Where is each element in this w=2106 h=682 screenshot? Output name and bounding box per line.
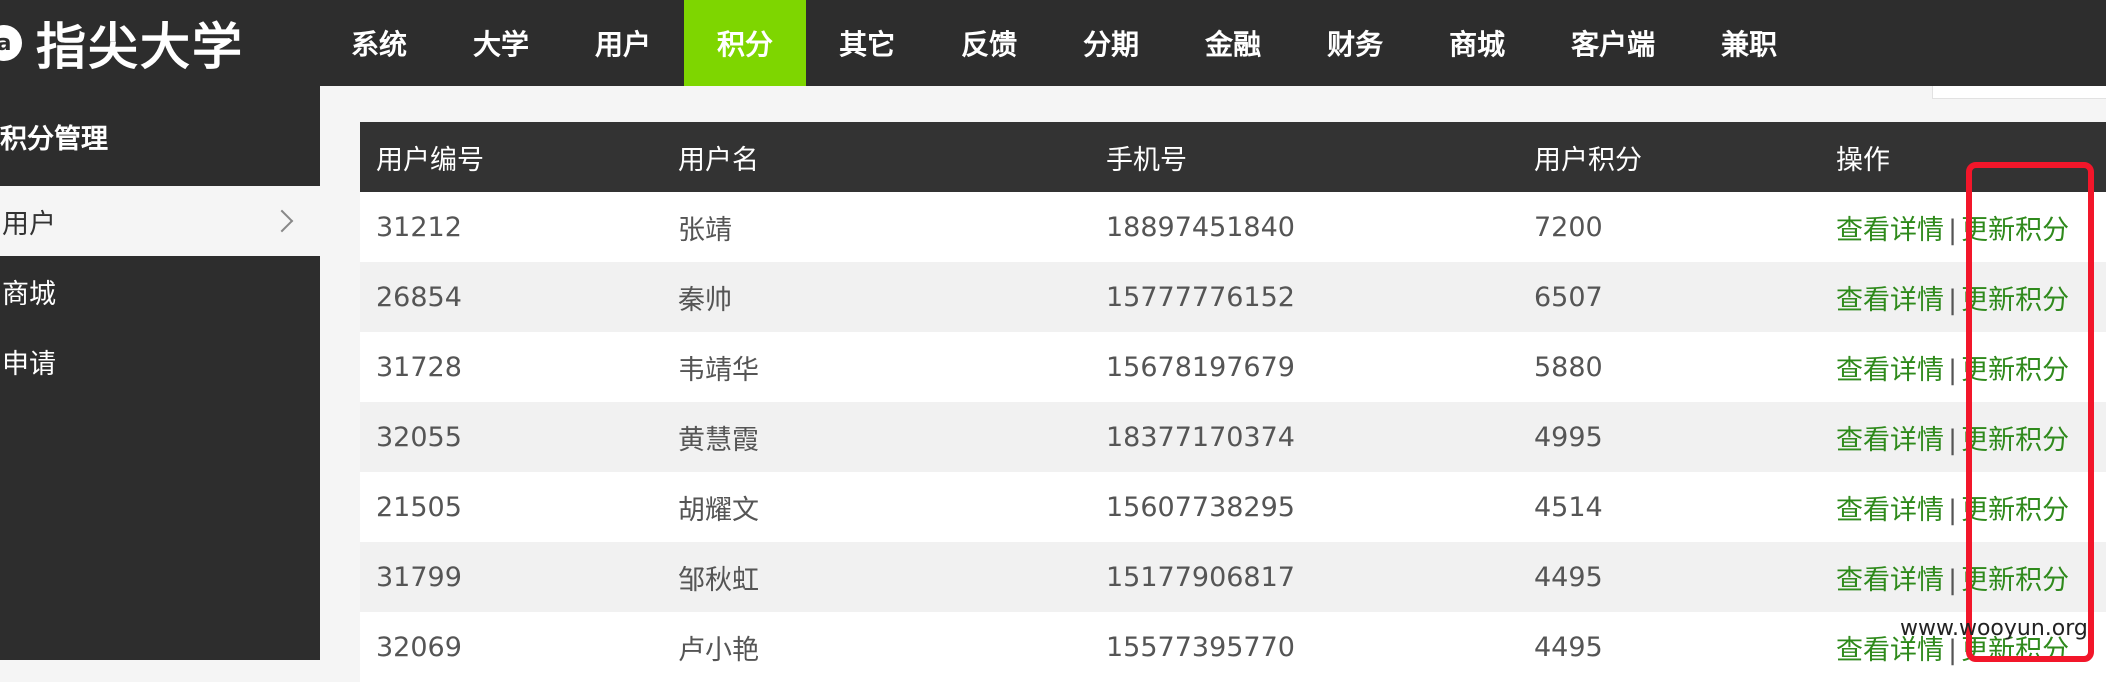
- view-details-link[interactable]: 查看详情: [1836, 215, 1944, 246]
- update-points-link[interactable]: 更新积分: [1961, 495, 2069, 526]
- header-points[interactable]: 用户积分: [1518, 138, 1820, 177]
- header-username[interactable]: 用户名: [662, 138, 1090, 177]
- cell-points: 4514: [1534, 491, 1603, 523]
- update-points-link[interactable]: 更新积分: [1961, 285, 2069, 316]
- nav-item-10[interactable]: 客户端: [1538, 0, 1688, 86]
- update-points-link[interactable]: 更新积分: [1961, 565, 2069, 596]
- cell-username: 秦帅: [678, 284, 732, 316]
- cell-actions: 查看详情 | 更新积分: [1820, 558, 2106, 597]
- cell-username: 韦靖华: [678, 354, 759, 386]
- cell-actions: 查看详情 | 更新积分: [1820, 348, 2106, 387]
- sidebar-item-label: 申请: [2, 348, 56, 380]
- table-row: 21505 胡耀文 15607738295 4514 查看详情 | 更新积分: [360, 472, 2106, 542]
- sidebar-item-1[interactable]: 商城: [0, 256, 320, 326]
- view-details-link[interactable]: 查看详情: [1836, 355, 1944, 386]
- sidebar-item-label: 商城: [2, 278, 56, 310]
- cell-phone: 15678197679: [1106, 351, 1295, 383]
- cell-phone: 15177906817: [1106, 561, 1295, 593]
- cell-user-id: 31728: [376, 351, 462, 383]
- cell-phone: 15577395770: [1106, 631, 1295, 663]
- header-actions: 操作: [1836, 144, 1890, 176]
- table-row: 31728 韦靖华 15678197679 5880 查看详情 | 更新积分: [360, 332, 2106, 402]
- brand-mark-icon: a: [0, 25, 22, 61]
- table-row: 32055 黄慧霞 18377170374 4995 查看详情 | 更新积分: [360, 402, 2106, 472]
- cell-actions: 查看详情 | 更新积分: [1820, 418, 2106, 457]
- cell-points: 5880: [1534, 351, 1603, 383]
- cell-points: 6507: [1534, 281, 1603, 313]
- sidebar-title: 积分管理: [0, 123, 108, 155]
- update-points-link[interactable]: 更新积分: [1961, 355, 2069, 386]
- header-user-id[interactable]: 用户编号: [360, 138, 662, 177]
- nav-item-1[interactable]: 大学: [440, 0, 562, 86]
- cell-actions: 查看详情 | 更新积分: [1820, 278, 2106, 317]
- nav-item-4[interactable]: 其它: [806, 0, 928, 86]
- table-row: 31799 邹秋虹 15177906817 4495 查看详情 | 更新积分: [360, 542, 2106, 612]
- cell-user-id: 32055: [376, 421, 462, 453]
- view-details-link[interactable]: 查看详情: [1836, 285, 1944, 316]
- table-row: 32069 卢小艳 15577395770 4495 查看详情 | 更新积分: [360, 612, 2106, 682]
- table-row: 31212 张靖 18897451840 7200 查看详情 | 更新积分: [360, 192, 2106, 262]
- sidebar-item-label: 用户: [2, 208, 56, 240]
- cell-user-id: 21505: [376, 491, 462, 523]
- nav-item-2[interactable]: 用户: [562, 0, 684, 86]
- action-separator: |: [1948, 494, 1958, 526]
- cell-username: 卢小艳: [678, 634, 759, 666]
- action-separator: |: [1948, 564, 1958, 596]
- cell-user-id: 32069: [376, 631, 462, 663]
- brand-title: 指尖大学: [36, 18, 244, 76]
- cell-points: 4495: [1534, 561, 1603, 593]
- cell-username: 黄慧霞: [678, 424, 759, 456]
- cell-username: 张靖: [678, 214, 732, 246]
- top-navigation-bar: a 指尖大学 系统 大学 用户 积分 其它 反馈 分期 金融 财务 商城 客户端 兼职: [0, 0, 2106, 86]
- watermark: www.wooyun.org: [1900, 616, 2088, 641]
- cell-username: 邹秋虹: [678, 564, 759, 596]
- nav-item-7[interactable]: 金融: [1172, 0, 1294, 86]
- header-phone[interactable]: 手机号: [1090, 138, 1518, 177]
- nav-item-11[interactable]: 兼职: [1688, 0, 1810, 86]
- table-header-row: 用户编号 用户名 手机号 用户积分 操作: [360, 122, 2106, 192]
- table-row: 26854 秦帅 15777776152 6507 查看详情 | 更新积分: [360, 262, 2106, 332]
- cell-phone: 15607738295: [1106, 491, 1295, 523]
- sidebar-item-0[interactable]: 用户: [0, 186, 320, 256]
- nav-item-6[interactable]: 分期: [1050, 0, 1172, 86]
- cell-phone: 15777776152: [1106, 281, 1295, 313]
- user-points-table: 用户编号 用户名 手机号 用户积分 操作 31212 张靖 18897451840 7…: [360, 122, 2106, 682]
- nav-item-8[interactable]: 财务: [1294, 0, 1416, 86]
- main-nav: 系统 大学 用户 积分 其它 反馈 分期 金融 财务 商城 客户端 兼职: [318, 0, 1810, 86]
- search-box-edge[interactable]: [1932, 86, 2106, 99]
- cell-user-id: 31799: [376, 561, 462, 593]
- cell-user-id: 26854: [376, 281, 462, 313]
- nav-item-3[interactable]: 积分: [684, 0, 807, 86]
- nav-item-0[interactable]: 系统: [318, 0, 440, 86]
- chevron-right-icon: [270, 209, 294, 233]
- action-separator: |: [1948, 354, 1958, 386]
- action-separator: |: [1948, 284, 1958, 316]
- view-details-link[interactable]: 查看详情: [1836, 425, 1944, 456]
- view-details-link[interactable]: 查看详情: [1836, 565, 1944, 596]
- cell-points: 7200: [1534, 211, 1603, 243]
- update-points-link[interactable]: 更新积分: [1961, 215, 2069, 246]
- nav-item-5[interactable]: 反馈: [928, 0, 1050, 86]
- cell-user-id: 31212: [376, 211, 462, 243]
- cell-username: 胡耀文: [678, 494, 759, 526]
- nav-item-9[interactable]: 商城: [1416, 0, 1538, 86]
- cell-actions: 查看详情 | 更新积分: [1820, 488, 2106, 527]
- cell-actions: 查看详情 | 更新积分: [1820, 208, 2106, 247]
- cell-phone: 18897451840: [1106, 211, 1295, 243]
- view-details-link[interactable]: 查看详情: [1836, 495, 1944, 526]
- action-separator: |: [1948, 214, 1958, 246]
- action-separator: |: [1948, 424, 1958, 456]
- cell-phone: 18377170374: [1106, 421, 1295, 453]
- brand-logo[interactable]: a 指尖大学: [0, 0, 320, 86]
- sidebar: 积分管理 用户商城申请: [0, 86, 320, 660]
- cell-points: 4995: [1534, 421, 1603, 453]
- sidebar-item-2[interactable]: 申请: [0, 326, 320, 396]
- cell-points: 4495: [1534, 631, 1603, 663]
- update-points-link[interactable]: 更新积分: [1961, 425, 2069, 456]
